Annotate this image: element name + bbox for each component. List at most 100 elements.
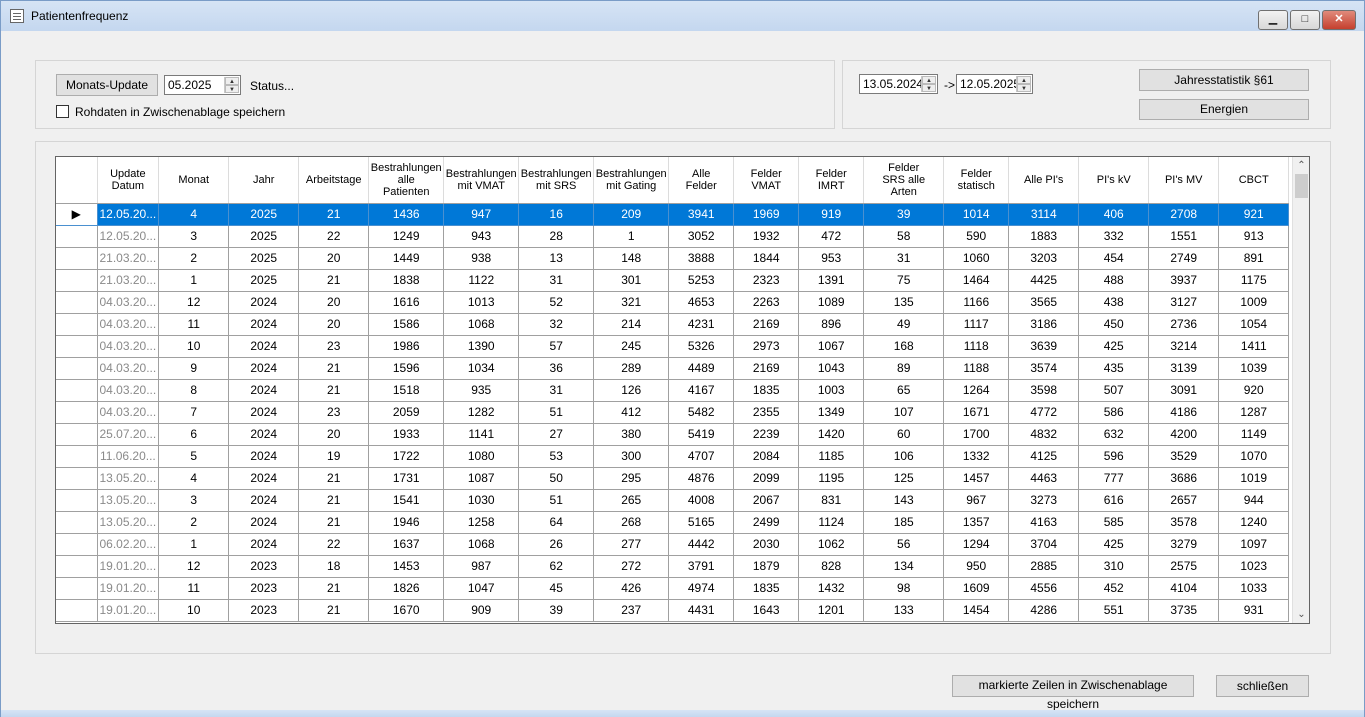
table-cell[interactable]: 2708 (1148, 203, 1220, 226)
rohdaten-checkbox[interactable] (56, 105, 69, 118)
row-header-corner[interactable] (56, 157, 98, 204)
table-cell[interactable]: 3735 (1148, 599, 1220, 622)
table-cell[interactable]: 4707 (668, 445, 735, 468)
table-cell[interactable]: 2024 (228, 533, 300, 556)
table-cell[interactable]: 1838 (368, 269, 445, 292)
table-cell[interactable]: 2024 (228, 313, 300, 336)
table-cell[interactable]: 3 (158, 489, 230, 512)
rohdaten-checkbox-label[interactable]: Rohdaten in Zwischenablage speichern (75, 105, 285, 119)
table-cell[interactable]: 909 (443, 599, 520, 622)
table-cell[interactable]: 13 (518, 247, 595, 270)
table-cell[interactable]: 435 (1078, 357, 1150, 380)
table-cell[interactable]: 1391 (798, 269, 865, 292)
table-cell[interactable]: 64 (518, 511, 595, 534)
table-row[interactable]: 25.07.20... 6 2024 20 1933 1141 27 380 5419 2239 1… (56, 423, 1290, 446)
table-cell[interactable]: 75 (863, 269, 945, 292)
table-cell[interactable]: 5165 (668, 511, 735, 534)
table-cell[interactable]: 1464 (943, 269, 1010, 292)
table-row[interactable]: 04.03.20... 11 2024 20 1586 1068 32 214 4231 2169… (56, 313, 1290, 336)
table-cell[interactable]: 4 (158, 467, 230, 490)
table-cell[interactable]: 12.05.20... (97, 203, 160, 226)
table-cell[interactable]: 2355 (733, 401, 800, 424)
table-cell[interactable]: 616 (1078, 489, 1150, 512)
table-cell[interactable]: 1023 (1218, 555, 1290, 578)
spin-up-icon[interactable]: ▲ (225, 77, 239, 85)
table-cell[interactable]: 2 (158, 247, 230, 270)
row-header[interactable]: ▶ (56, 203, 98, 226)
table-cell[interactable]: 1946 (368, 511, 445, 534)
table-cell[interactable]: 2169 (733, 313, 800, 336)
table-cell[interactable]: 585 (1078, 511, 1150, 534)
table-cell[interactable]: 21.03.20... (97, 247, 160, 270)
table-cell[interactable]: 300 (593, 445, 670, 468)
table-cell[interactable]: 1731 (368, 467, 445, 490)
table-cell[interactable]: 412 (593, 401, 670, 424)
table-cell[interactable]: 4974 (668, 577, 735, 600)
table-cell[interactable]: 1287 (1218, 401, 1290, 424)
table-cell[interactable]: 1033 (1218, 577, 1290, 600)
table-cell[interactable]: 143 (863, 489, 945, 512)
row-header[interactable] (56, 335, 98, 358)
title-bar[interactable]: Patientenfrequenz ▁ □ ✕ (1, 1, 1364, 31)
minimize-button[interactable]: ▁ (1258, 10, 1288, 30)
table-cell[interactable]: 1432 (798, 577, 865, 600)
column-header[interactable]: Felder VMAT (733, 157, 800, 204)
table-cell[interactable]: 12.05.20... (97, 225, 160, 248)
row-header[interactable] (56, 533, 98, 556)
table-cell[interactable]: 1264 (943, 379, 1010, 402)
table-cell[interactable]: 1068 (443, 533, 520, 556)
table-cell[interactable]: 21 (298, 269, 370, 292)
table-cell[interactable]: 1117 (943, 313, 1010, 336)
table-cell[interactable]: 1175 (1218, 269, 1290, 292)
column-header[interactable]: Jahr (228, 157, 300, 204)
table-cell[interactable]: 1124 (798, 511, 865, 534)
table-cell[interactable]: 3279 (1148, 533, 1220, 556)
table-cell[interactable]: 1390 (443, 335, 520, 358)
table-cell[interactable]: 507 (1078, 379, 1150, 402)
table-cell[interactable]: 3114 (1008, 203, 1080, 226)
table-cell[interactable]: 31 (518, 379, 595, 402)
table-cell[interactable]: 1067 (798, 335, 865, 358)
table-cell[interactable]: 3704 (1008, 533, 1080, 556)
table-cell[interactable]: 13.05.20... (97, 467, 160, 490)
row-header[interactable] (56, 291, 98, 314)
table-cell[interactable]: 1518 (368, 379, 445, 402)
table-cell[interactable]: 1453 (368, 555, 445, 578)
table-cell[interactable]: 1637 (368, 533, 445, 556)
row-header[interactable] (56, 401, 98, 424)
table-cell[interactable]: 1188 (943, 357, 1010, 380)
table-row[interactable]: 13.05.20... 3 2024 21 1541 1030 51 265 4008 2067 8… (56, 489, 1290, 512)
column-header[interactable]: Monat (158, 157, 230, 204)
table-cell[interactable]: 04.03.20... (97, 379, 160, 402)
table-cell[interactable]: 586 (1078, 401, 1150, 424)
table-cell[interactable]: 1541 (368, 489, 445, 512)
row-header[interactable] (56, 225, 98, 248)
table-cell[interactable]: 49 (863, 313, 945, 336)
table-cell[interactable]: 1034 (443, 357, 520, 380)
table-cell[interactable]: 777 (1078, 467, 1150, 490)
table-cell[interactable]: 4186 (1148, 401, 1220, 424)
table-cell[interactable]: 134 (863, 555, 945, 578)
table-cell[interactable]: 148 (593, 247, 670, 270)
table-cell[interactable]: 425 (1078, 533, 1150, 556)
table-cell[interactable]: 2024 (228, 467, 300, 490)
table-cell[interactable]: 168 (863, 335, 945, 358)
table-cell[interactable]: 11 (158, 577, 230, 600)
table-cell[interactable]: 36 (518, 357, 595, 380)
table-cell[interactable]: 4832 (1008, 423, 1080, 446)
table-cell[interactable]: 1149 (1218, 423, 1290, 446)
table-cell[interactable]: 1349 (798, 401, 865, 424)
row-header[interactable] (56, 467, 98, 490)
table-cell[interactable]: 2323 (733, 269, 800, 292)
table-cell[interactable]: 1457 (943, 467, 1010, 490)
table-cell[interactable]: 2973 (733, 335, 800, 358)
table-cell[interactable]: 1195 (798, 467, 865, 490)
table-row[interactable]: 04.03.20... 12 2024 20 1616 1013 52 321 4653 2263… (56, 291, 1290, 314)
table-cell[interactable]: 4 (158, 203, 230, 226)
table-cell[interactable]: 209 (593, 203, 670, 226)
table-cell[interactable]: 1014 (943, 203, 1010, 226)
jahresstatistik-button[interactable]: Jahresstatistik §61 (1139, 69, 1309, 91)
table-cell[interactable]: 265 (593, 489, 670, 512)
row-header[interactable] (56, 555, 98, 578)
column-header[interactable]: Alle Felder (668, 157, 735, 204)
